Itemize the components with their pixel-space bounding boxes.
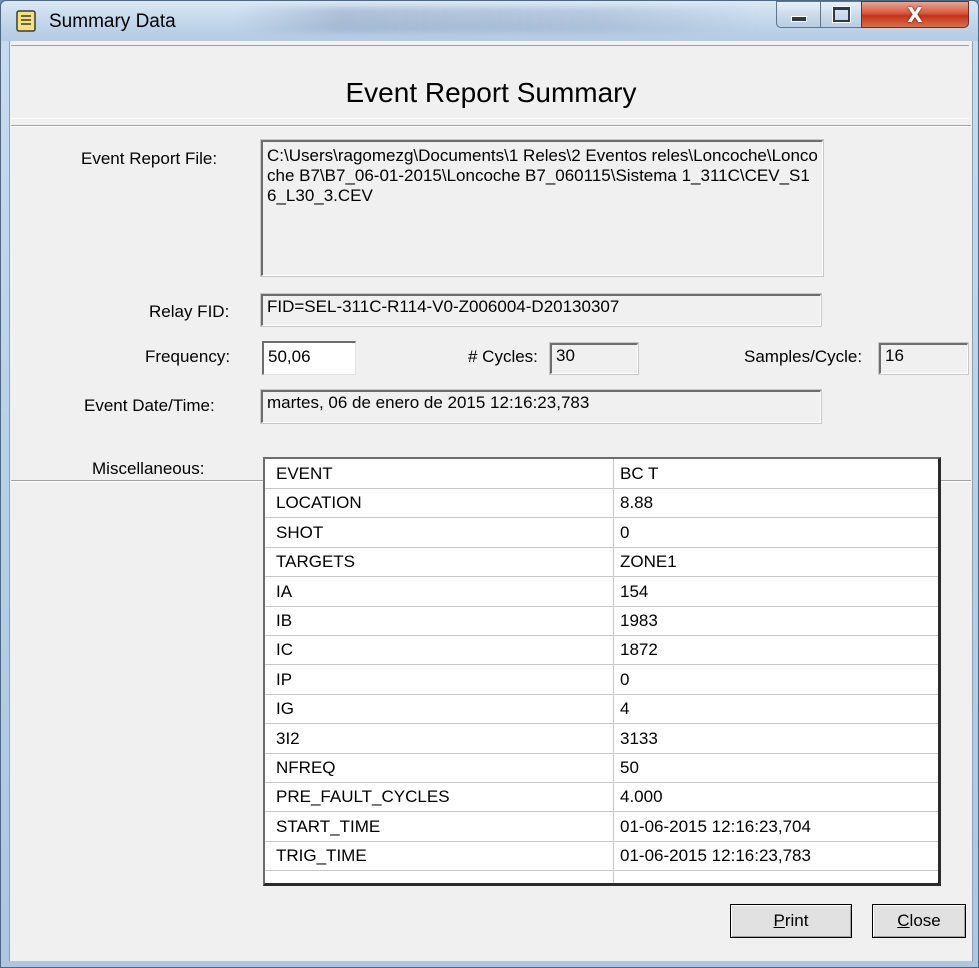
table-row[interactable]: IP 0 [265, 665, 938, 695]
samples-per-cycle-field[interactable]: 16 [878, 342, 969, 375]
row-value: 3133 [620, 728, 658, 748]
table-row[interactable]: IB 1983 [265, 606, 938, 636]
cycles-field[interactable]: 30 [549, 342, 639, 375]
close-mnemonic: C [897, 911, 910, 930]
row-key: SHOT [276, 522, 324, 542]
event-datetime-label: Event Date/Time: [84, 396, 215, 415]
table-row[interactable]: TRIG_TIME 01-06-2015 12:16:23,783 [265, 841, 938, 872]
row-key: IP [276, 669, 293, 689]
summary-data-window: Summary Data X Event Report Summary Even… [0, 0, 979, 968]
row-key: PRE_FAULT_CYCLES [276, 787, 450, 807]
maximize-button[interactable] [820, 1, 862, 28]
close-icon: X [907, 2, 923, 27]
row-value: 0 [620, 669, 630, 689]
row-key: TARGETS [276, 552, 356, 572]
row-value: ZONE1 [620, 552, 677, 572]
row-value: BC T [620, 464, 659, 483]
table-row[interactable]: PRE_FAULT_CYCLES 4.000 [265, 782, 938, 813]
document-list-icon [15, 10, 37, 32]
table-row[interactable]: TARGETS ZONE1 [265, 547, 938, 578]
table-row[interactable]: START_TIME 01-06-2015 12:16:23,704 [265, 812, 938, 842]
table-row[interactable]: IA 154 [265, 577, 938, 607]
event-datetime-field[interactable]: martes, 06 de enero de 2015 12:16:23,783 [260, 389, 822, 424]
print-label: rint [784, 911, 809, 930]
row-value: 1872 [620, 640, 658, 660]
row-key: 3I2 [276, 728, 300, 748]
cycles-label: # Cycles: [468, 347, 538, 366]
row-value: 154 [620, 581, 649, 601]
minimize-button[interactable] [776, 1, 821, 28]
event-report-file-field[interactable]: C:\Users\ragomezg\Documents\1 Reles\2 Ev… [260, 139, 824, 277]
row-key: NFREQ [276, 758, 336, 777]
print-mnemonic: P [773, 911, 785, 930]
window-title: Summary Data [49, 11, 176, 32]
row-key: TRIG_TIME [276, 846, 367, 866]
row-value: 8.88 [620, 493, 654, 513]
table-row[interactable]: EVENT BC T [265, 459, 938, 489]
miscellaneous-list[interactable]: EVENT BC T LOCATION 8.88 SHOT 0 TARGETS ZONE1 IA… [263, 457, 941, 886]
background-window-title-blur [236, 7, 756, 33]
table-row[interactable]: IG 4 [265, 694, 938, 725]
caption-buttons: X [776, 1, 970, 28]
title-bar[interactable]: Summary Data X [1, 1, 978, 41]
samples-per-cycle-label: Samples/Cycle: [744, 347, 863, 366]
close-label: lose [909, 911, 941, 930]
minimize-icon [790, 15, 807, 22]
table-row[interactable]: SHOT 0 [265, 518, 938, 548]
relay-fid-label: Relay FID: [149, 302, 230, 321]
table-row[interactable]: 3I2 3133 [265, 724, 938, 754]
frequency-label: Frequency: [145, 347, 231, 366]
close-window-button[interactable]: X [861, 1, 969, 28]
row-value: 4.000 [620, 787, 663, 807]
row-key: START_TIME [276, 816, 381, 836]
frequency-input[interactable]: 50,06 [262, 341, 356, 375]
relay-fid-field[interactable]: FID=SEL-311C-R114-V0-Z006004-D20130307 [260, 293, 822, 327]
row-key: IG [276, 699, 294, 719]
event-report-file-label: Event Report File: [81, 149, 218, 168]
table-row[interactable]: IC 1872 [265, 635, 938, 666]
close-button[interactable]: Close [872, 904, 966, 938]
row-value: 1983 [620, 611, 658, 630]
row-value: 01-06-2015 12:16:23,704 [620, 816, 811, 836]
row-key: IC [276, 640, 293, 660]
row-key: IA [276, 581, 293, 601]
print-button[interactable]: Print [730, 904, 852, 938]
row-key: IB [276, 611, 293, 630]
row-value: 0 [620, 522, 630, 542]
row-value: 50 [620, 758, 639, 777]
miscellaneous-label: Miscellaneous: [92, 459, 205, 478]
row-value: 4 [620, 699, 630, 719]
maximize-icon [832, 7, 850, 22]
row-key: LOCATION [276, 493, 362, 513]
report-title: Event Report Summary [345, 77, 637, 108]
row-value: 01-06-2015 12:16:23,783 [620, 846, 811, 866]
table-row[interactable]: LOCATION 8.88 [265, 488, 938, 519]
table-row[interactable]: NFREQ 50 [265, 753, 938, 783]
row-key: EVENT [276, 464, 333, 483]
